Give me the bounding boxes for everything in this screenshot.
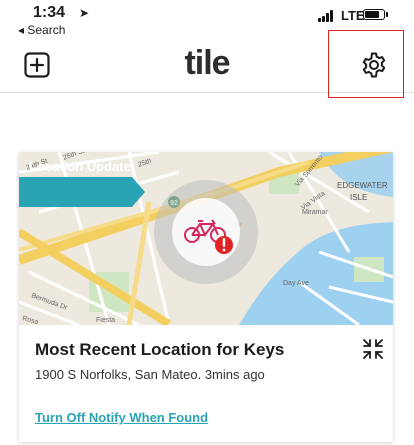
card-title: Most Recent Location for Keys: [35, 340, 285, 359]
settings-highlight-box: [328, 30, 404, 98]
location-update-badge: Location Update: [29, 159, 131, 174]
turn-off-notify-link[interactable]: Turn Off Notify When Found: [35, 410, 208, 425]
location-address: 1900 S Norfolks, San Mateo. 3mins ago: [35, 367, 265, 382]
cellular-signal-icon: [318, 10, 336, 22]
map-label: Fiesta: [96, 317, 115, 324]
map-label: Day Ave: [283, 280, 309, 287]
location-update-badge-bg: [19, 177, 145, 207]
location-card[interactable]: 92 25th St 24th St 25th EDGEWATER ISLE V…: [19, 152, 393, 442]
network-type: LTE: [341, 8, 365, 23]
battery-icon: [363, 9, 385, 20]
battery-tip: [386, 12, 388, 17]
map-label: EDGEWATER: [337, 181, 388, 190]
map-label: ISLE: [350, 193, 367, 202]
location-arrow-icon: ➤: [79, 6, 90, 20]
collapse-icon[interactable]: [362, 338, 384, 360]
map-label: Miramar: [302, 209, 328, 216]
battery-fill: [365, 11, 379, 18]
back-to-search-link[interactable]: ◂ Search: [18, 23, 65, 37]
status-time: 1:34: [33, 4, 66, 21]
